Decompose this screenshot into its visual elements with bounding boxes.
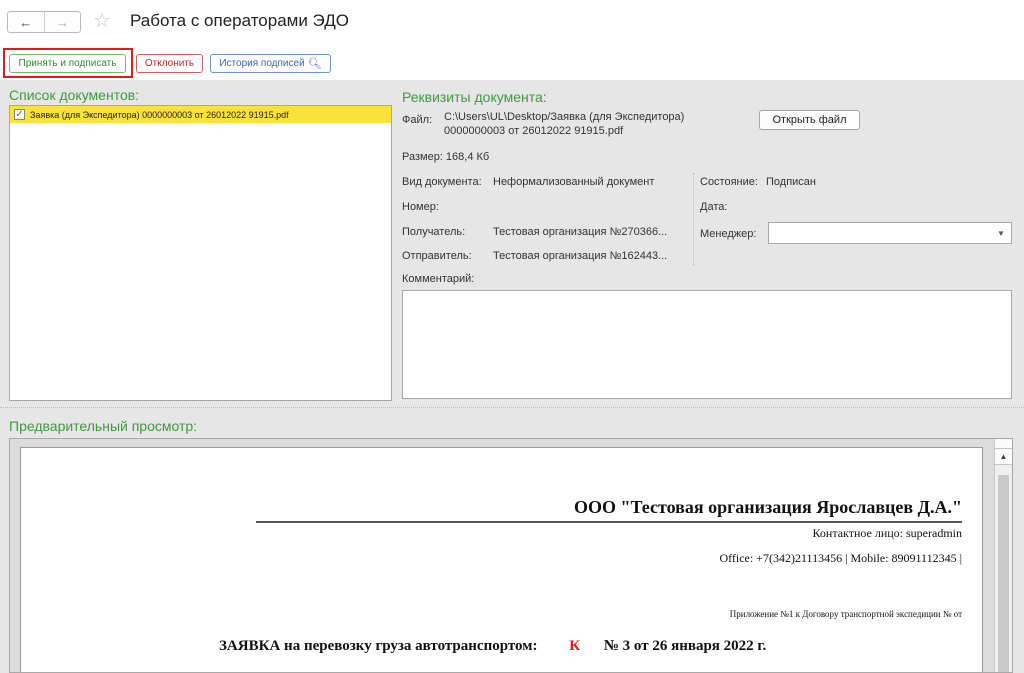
file-size: Размер: 168,4 Кб [402, 151, 490, 163]
request-heading: ЗАЯВКА на перевозку груза автотранспорто… [219, 638, 766, 655]
arrow-right-icon: → [55, 14, 69, 30]
contract-appendix: Приложение №1 к Договору транспортной эк… [729, 609, 962, 619]
navigation-buttons: ← → [7, 11, 81, 33]
open-file-button[interactable]: Открыть файл [759, 110, 860, 130]
preview-page: ООО "Тестовая организация Ярославцев Д.А… [20, 447, 983, 672]
scrollbar-thumb[interactable] [998, 475, 1009, 672]
signature-history-button[interactable]: История подписей 🔍︎ [210, 54, 331, 73]
scrollbar-cap [995, 439, 1012, 449]
list-item[interactable]: ✓ Заявка (для Экспедитора) 0000000003 от… [10, 106, 391, 123]
recipient-value: Тестовая организация №270366... [493, 226, 668, 238]
preview-scrollbar[interactable]: ▲ [994, 439, 1012, 672]
phone-numbers: Office: +7(342)21113456 | Mobile: 890911… [719, 551, 962, 565]
forward-button[interactable]: → [43, 12, 81, 32]
document-details-title: Реквизиты документа: [402, 89, 547, 105]
back-button[interactable]: ← [8, 12, 44, 32]
file-path-line2: 0000000003 от 26012022 91915.pdf [444, 125, 624, 137]
signature-history-label: История подписей [219, 58, 305, 69]
favorite-star-icon[interactable]: ☆ [93, 8, 111, 33]
comment-label: Комментарий: [402, 273, 475, 285]
number-label: Номер: [402, 201, 439, 213]
request-heading-k: К [569, 638, 581, 654]
state-value: Подписан [766, 176, 816, 188]
file-label: Файл: [402, 114, 433, 126]
contact-person: Контактное лицо: superadmin [812, 526, 962, 540]
checkmark-icon: ✓ [15, 108, 24, 120]
preview-title: Предварительный просмотр: [9, 418, 198, 434]
section-divider [0, 407, 1024, 408]
doc-type-label: Вид документа: [402, 176, 482, 188]
state-label: Состояние: [700, 176, 758, 188]
document-list-title: Список документов: [9, 87, 140, 103]
comment-field[interactable] [402, 290, 1012, 399]
checkbox[interactable]: ✓ [14, 109, 25, 120]
document-name: Заявка (для Экспедитора) 0000000003 от 2… [30, 109, 289, 120]
header-rule [256, 521, 962, 523]
manager-field[interactable]: ▼ [768, 222, 1012, 244]
file-path-line1: C:\Users\UL\Desktop/Заявка (для Экспедит… [444, 111, 685, 123]
organization-name: ООО "Тестовая организация Ярославцев Д.А… [573, 497, 962, 517]
recipient-label: Получатель: [402, 226, 466, 238]
date-label: Дата: [700, 201, 728, 213]
document-preview[interactable]: ООО "Тестовая организация Ярославцев Д.А… [9, 438, 1013, 673]
title-bar: ← → ☆ Работа с операторами ЭДО [0, 0, 1024, 46]
request-number: № 3 от 26 января 2022 г. [603, 638, 767, 654]
reject-button[interactable]: Отклонить [136, 54, 203, 73]
document-list[interactable]: ✓ Заявка (для Экспедитора) 0000000003 от… [9, 105, 392, 401]
sender-label: Отправитель: [402, 250, 472, 262]
manager-label: Менеджер: [700, 228, 757, 240]
window-title: Работа с операторами ЭДО [130, 11, 349, 30]
doc-type-value: Неформализованный документ [493, 176, 655, 188]
dropdown-arrow-icon[interactable]: ▼ [991, 223, 1011, 243]
sender-value: Тестовая организация №162443... [493, 250, 668, 262]
column-separator [693, 173, 694, 265]
scroll-up-icon[interactable]: ▲ [995, 449, 1012, 465]
toolbar: Принять и подписать Отклонить История по… [0, 46, 1024, 80]
highlight-frame [3, 48, 133, 78]
request-heading-text: ЗАЯВКА на перевозку груза автотранспорто… [219, 638, 538, 654]
magnifier-icon: 🔍︎ [307, 58, 322, 70]
arrow-left-icon: ← [19, 14, 33, 30]
